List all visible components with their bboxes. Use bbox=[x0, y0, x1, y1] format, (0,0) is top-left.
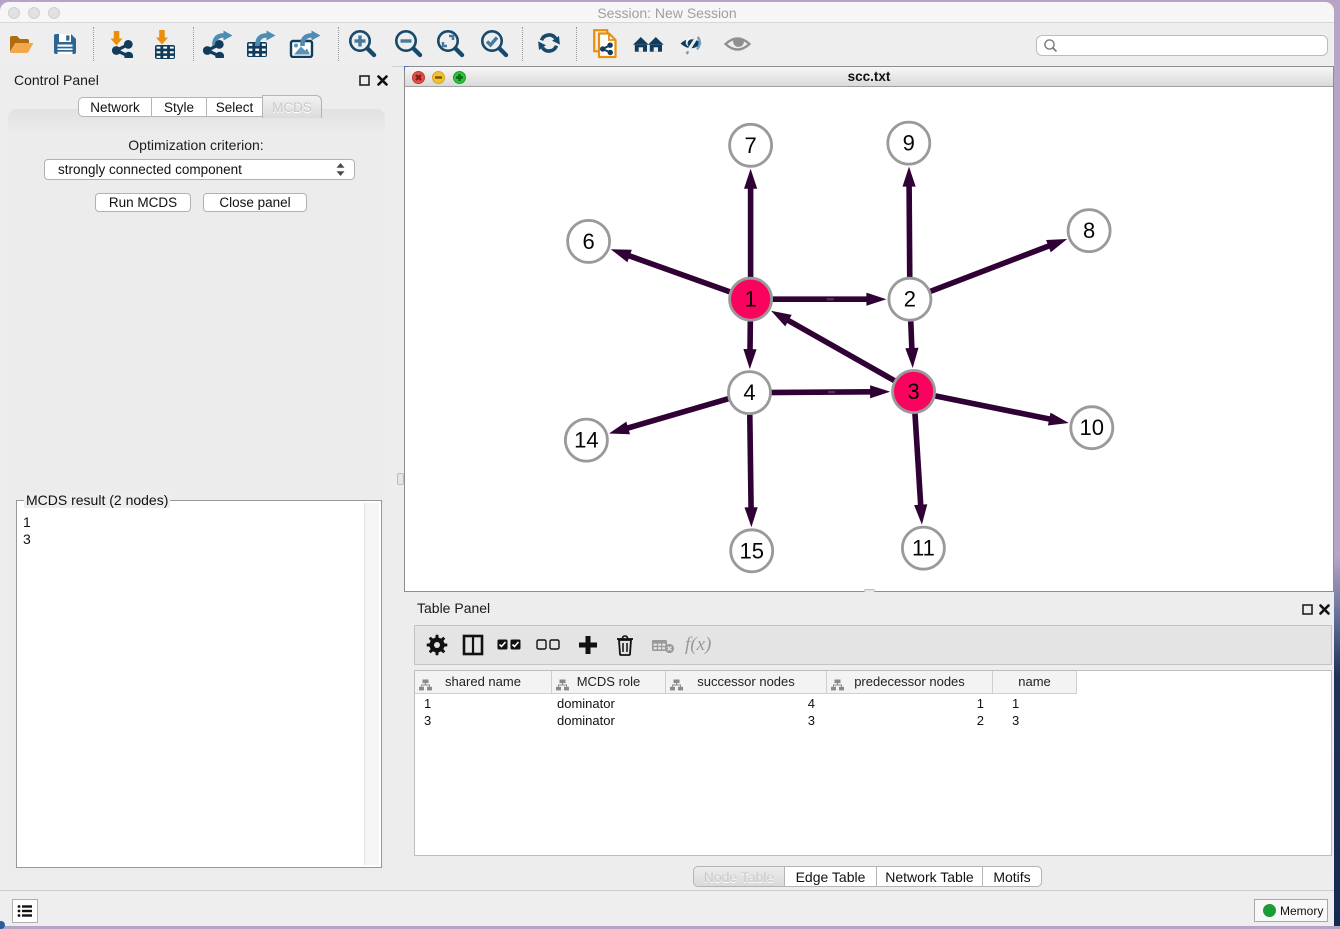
svg-text:9: 9 bbox=[903, 131, 915, 156]
svg-text:4: 4 bbox=[743, 380, 755, 405]
svg-text:3: 3 bbox=[907, 379, 919, 404]
svg-text:7: 7 bbox=[744, 133, 756, 158]
svg-text:14: 14 bbox=[574, 428, 598, 453]
svg-text:6: 6 bbox=[582, 229, 594, 254]
svg-text:15: 15 bbox=[739, 538, 763, 563]
svg-text:1: 1 bbox=[744, 287, 756, 312]
svg-text:10: 10 bbox=[1080, 415, 1104, 440]
svg-text:2: 2 bbox=[904, 287, 916, 312]
svg-text:8: 8 bbox=[1083, 218, 1095, 243]
svg-text:11: 11 bbox=[912, 536, 935, 561]
